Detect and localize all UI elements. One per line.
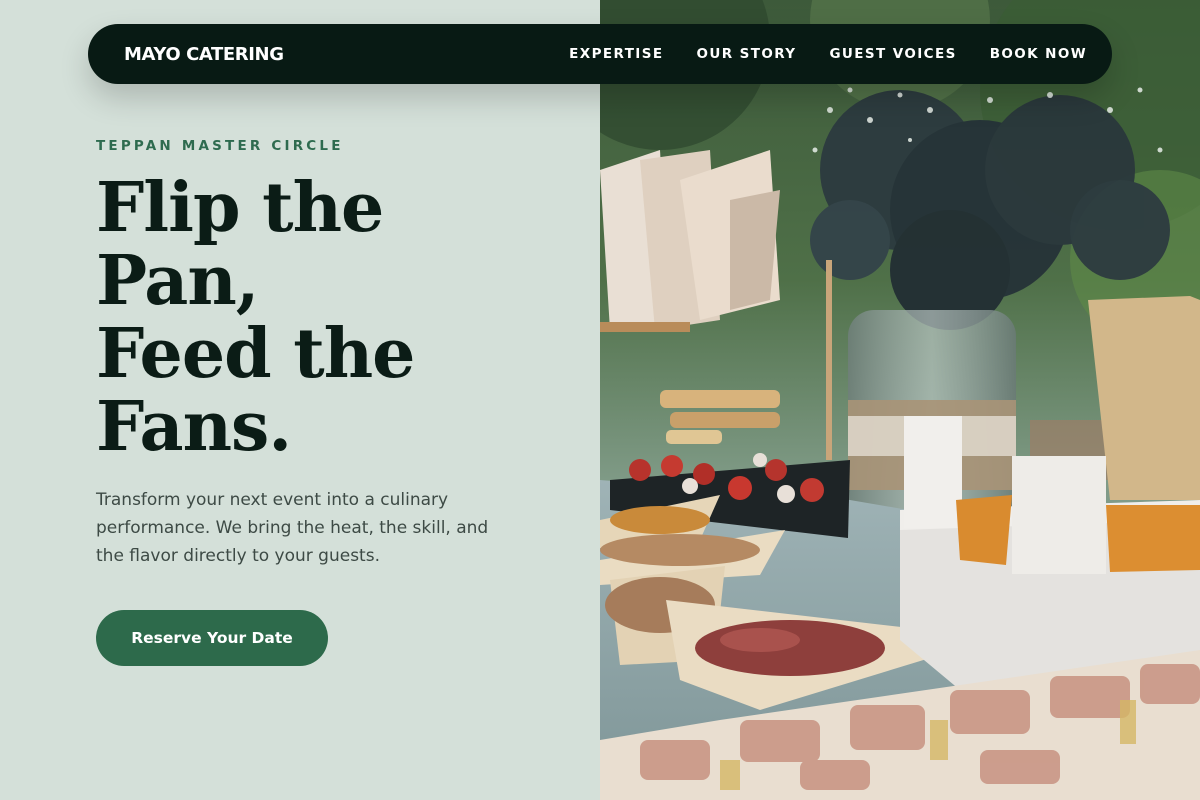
- hero-eyebrow: TEPPAN MASTER CIRCLE: [96, 138, 344, 154]
- hero-description: Transform your next event into a culinar…: [96, 490, 489, 566]
- nav-link-book-now[interactable]: BOOK NOW: [990, 46, 1087, 62]
- hero-title: Flip the Pan, Feed the Fans.: [96, 172, 536, 464]
- nav-link-guest-voices[interactable]: GUEST VOICES: [829, 46, 956, 62]
- nav-link-our-story[interactable]: OUR STORY: [696, 46, 796, 62]
- hero-photo: [600, 0, 1200, 800]
- brand-logo[interactable]: MAYO CATERING: [124, 44, 284, 65]
- hero-title-line: Pan,: [96, 241, 259, 321]
- reserve-date-button[interactable]: Reserve Your Date: [96, 610, 328, 666]
- hero-title-line: Flip the: [96, 168, 384, 248]
- hero-title-line: Feed the: [96, 314, 415, 394]
- nav-links: EXPERTISE OUR STORY GUEST VOICES BOOK NO…: [569, 46, 1087, 62]
- top-navbar: MAYO CATERING EXPERTISE OUR STORY GUEST …: [88, 24, 1112, 84]
- hero-section: TEPPAN MASTER CIRCLE Flip the Pan, Feed …: [0, 0, 600, 800]
- hero-title-line: Fans.: [96, 387, 292, 467]
- nav-link-expertise[interactable]: EXPERTISE: [569, 46, 663, 62]
